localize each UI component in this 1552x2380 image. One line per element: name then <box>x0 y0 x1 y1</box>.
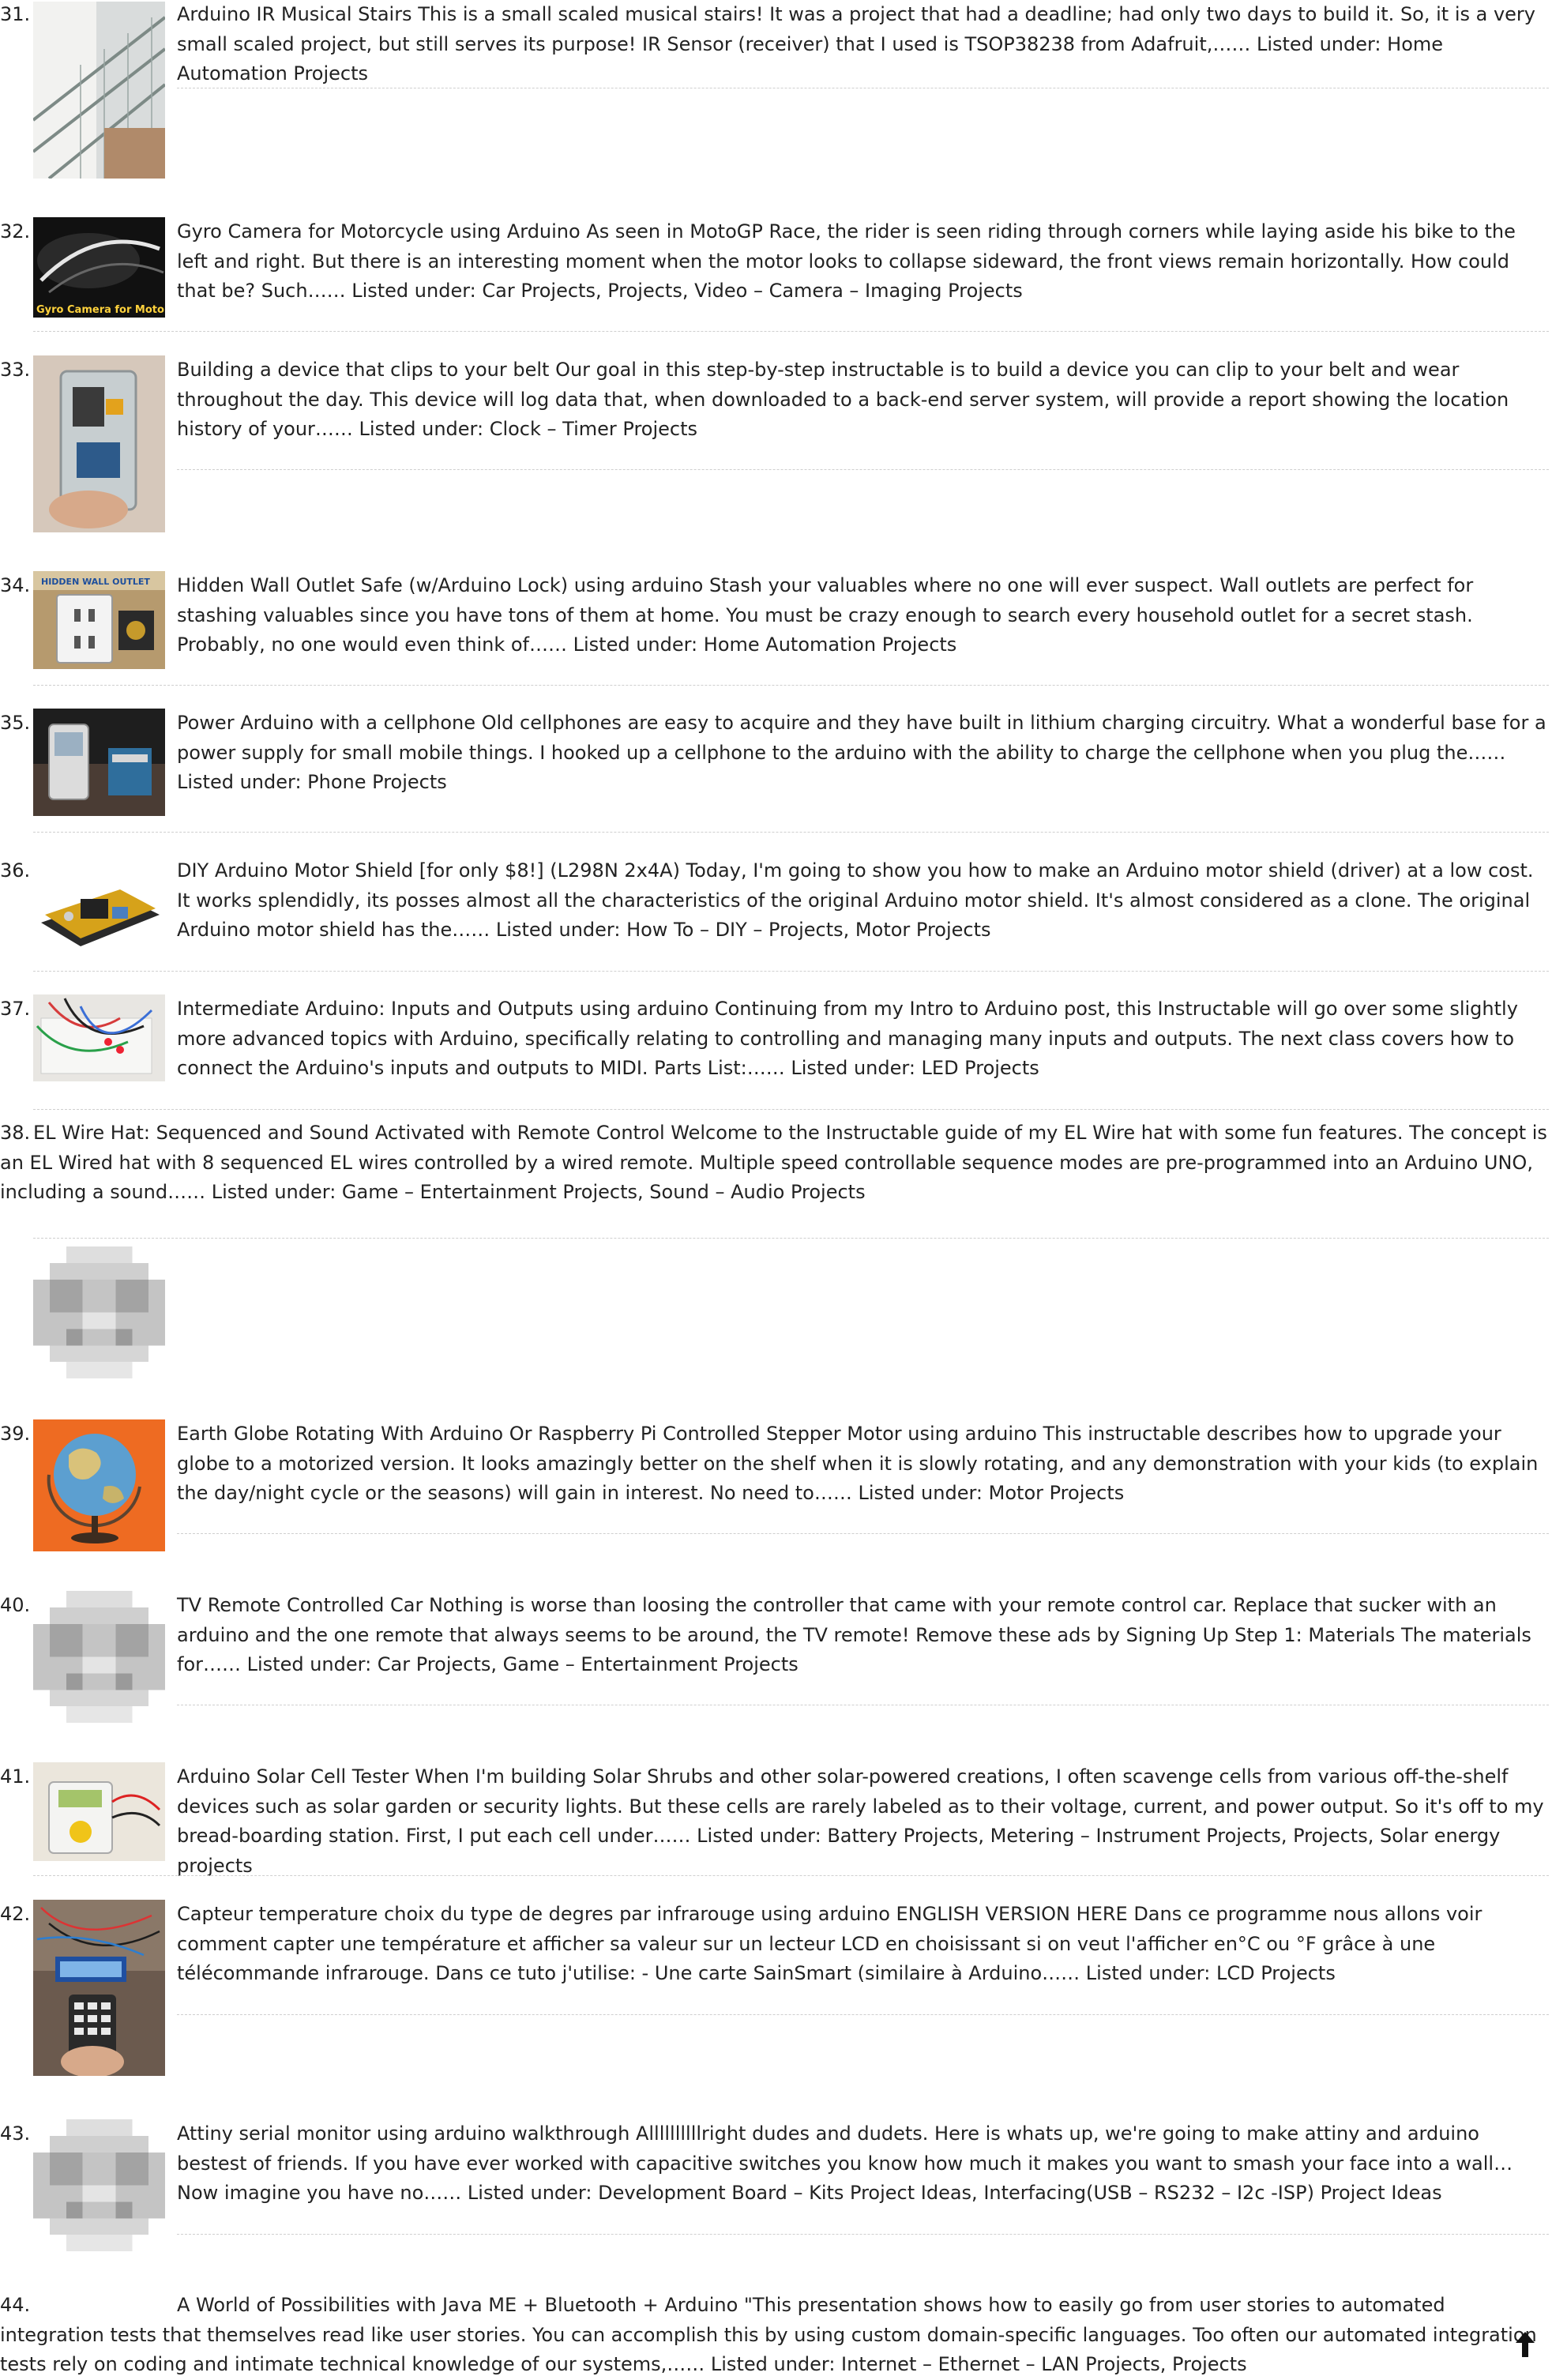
item-description: Capteur temperature choix du type de deg… <box>177 1903 1482 1984</box>
item-number: 31. <box>0 3 31 25</box>
divider <box>33 1238 1549 1239</box>
item-thumbnail[interactable]: HIDDEN WALL OUTLET <box>33 571 165 669</box>
item-description: DIY Arduino Motor Shield [for only $8!] … <box>177 859 1534 941</box>
item-description: Arduino Solar Cell Tester When I'm build… <box>177 1765 1544 1877</box>
item-description: Hidden Wall Outlet Safe (w/Arduino Lock)… <box>177 574 1474 656</box>
item-description: TV Remote Controlled Car Nothing is wors… <box>177 1594 1531 1675</box>
item-number: 32. <box>0 220 31 243</box>
divider <box>33 832 1549 833</box>
item-description: Attiny serial monitor using arduino walk… <box>177 2122 1513 2204</box>
svg-text:Gyro Camera for Motorcycle: Gyro Camera for Motorcycle <box>36 304 165 316</box>
item-thumbnail[interactable]: Gyro Camera for Motorcycle <box>33 217 165 318</box>
item-thumbnail[interactable] <box>33 994 165 1081</box>
item-number: 40. <box>0 1594 31 1616</box>
item-thumbnail[interactable] <box>33 2119 165 2251</box>
item-description: A World of Possibilities with Java ME + … <box>0 2294 1537 2375</box>
item-description: Gyro Camera for Motorcycle using Arduino… <box>177 220 1516 302</box>
item-number: 35. <box>0 712 31 734</box>
divider <box>177 1533 1549 1534</box>
item-thumbnail[interactable] <box>33 355 165 532</box>
item-thumbnail[interactable] <box>33 1762 165 1861</box>
item-number: 39. <box>0 1423 31 1445</box>
divider <box>33 1109 1549 1110</box>
divider <box>33 971 1549 972</box>
item-thumbnail[interactable] <box>33 2 165 179</box>
divider <box>177 2014 1549 2015</box>
item-description: Intermediate Arduino: Inputs and Outputs… <box>177 998 1518 1079</box>
item-description: Arduino IR Musical Stairs This is a smal… <box>177 3 1535 85</box>
item-number: 34. <box>0 574 31 596</box>
divider <box>33 331 1549 332</box>
item-description: Power Arduino with a cellphone Old cellp… <box>177 712 1546 793</box>
item-number: 41. <box>0 1765 31 1788</box>
item-number: 42. <box>0 1903 31 1925</box>
item-description: Earth Globe Rotating With Arduino Or Ras… <box>177 1423 1539 1504</box>
arrow-up-icon <box>1516 2332 1535 2357</box>
back-to-top-button[interactable] <box>1515 2331 1535 2358</box>
item-number: 43. <box>0 2122 31 2145</box>
item-description: Building a device that clips to your bel… <box>177 359 1509 440</box>
item-thumbnail[interactable] <box>33 1900 165 2076</box>
item-number: 33. <box>0 359 31 381</box>
item-thumbnail[interactable] <box>33 1246 165 1378</box>
item-thumbnail[interactable] <box>33 867 165 951</box>
item-number: 36. <box>0 859 31 882</box>
item-description: EL Wire Hat: Sequenced and Sound Activat… <box>0 1122 1547 1203</box>
divider <box>177 2234 1549 2235</box>
divider <box>33 685 1549 686</box>
item-thumbnail[interactable] <box>33 1419 165 1551</box>
item-thumbnail[interactable] <box>33 1591 165 1723</box>
item-thumbnail[interactable] <box>33 709 165 816</box>
svg-text:HIDDEN WALL OUTLET: HIDDEN WALL OUTLET <box>41 577 150 587</box>
divider <box>177 469 1549 470</box>
item-number: 37. <box>0 998 31 1020</box>
divider <box>33 1875 1549 1876</box>
